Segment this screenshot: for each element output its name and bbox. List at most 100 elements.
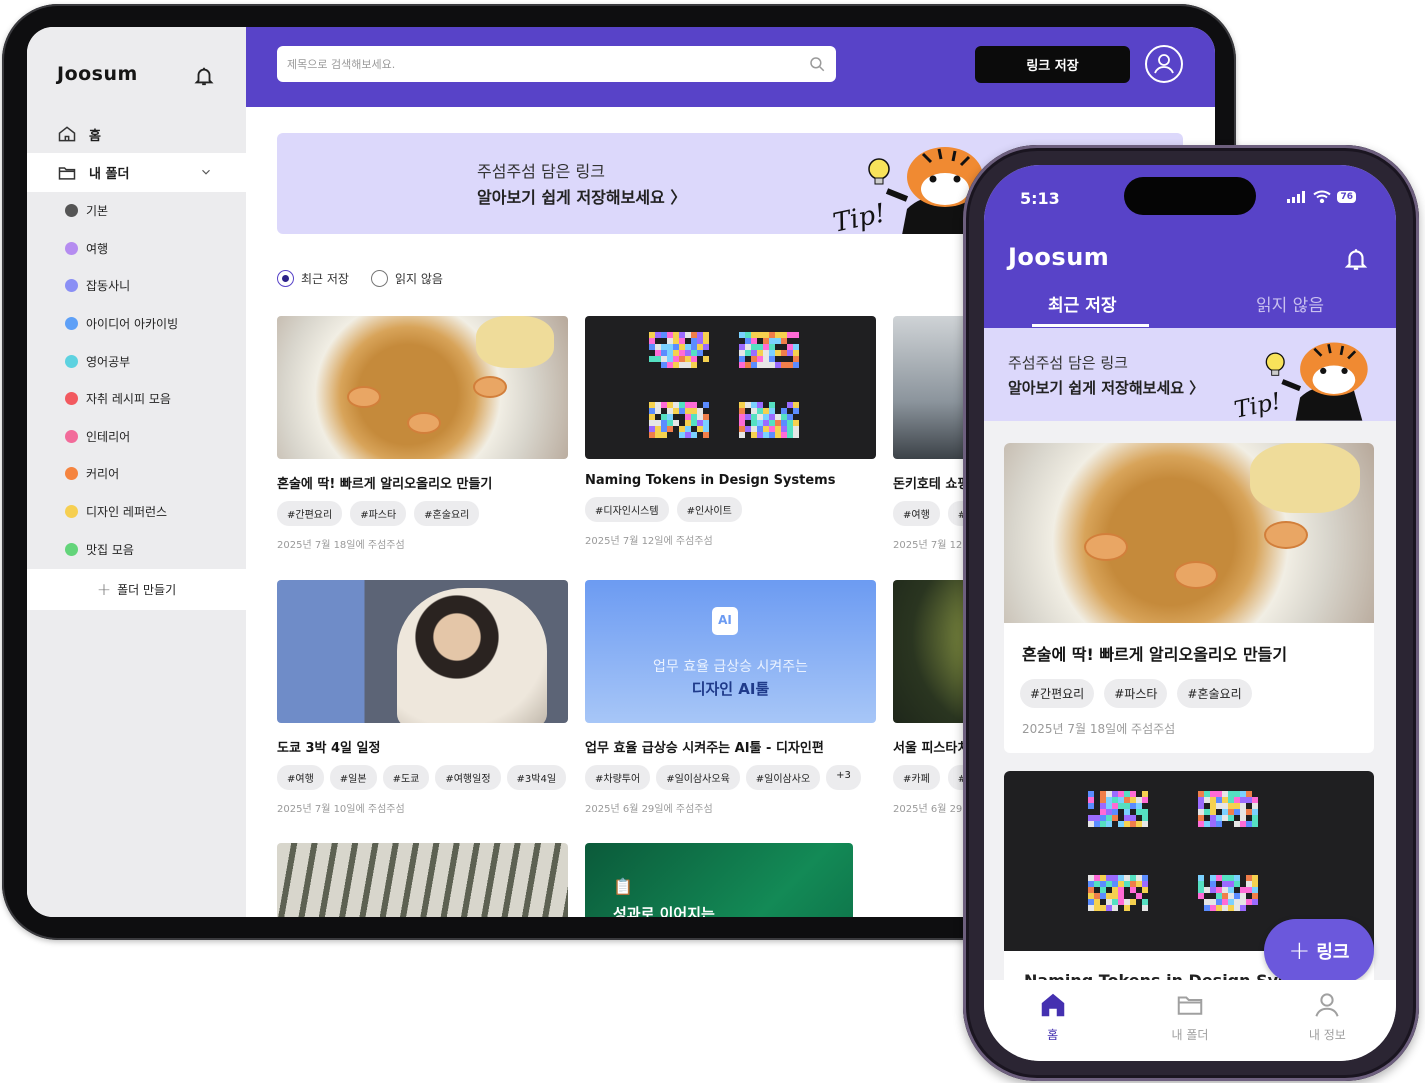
pixel-text-decoration (739, 332, 799, 368)
app-logo: Joosum (1008, 243, 1110, 271)
tag-chip[interactable]: #도쿄 (382, 765, 430, 790)
pixel-text-decoration (1088, 791, 1148, 827)
sidebar-folder-item[interactable]: 맛집 모음 (27, 530, 246, 568)
sidebar-folder-item[interactable]: 기본 (27, 192, 246, 230)
tag-chip[interactable]: #일이삼사오 (745, 765, 821, 790)
search-placeholder: 제목으로 검색해보세요. (287, 58, 396, 71)
sidebar-folder-item[interactable]: 디자인 레퍼런스 (27, 493, 246, 531)
tag-chip[interactable]: #카페 (893, 765, 940, 790)
folder-color-dot (65, 542, 78, 556)
folder-label: 영어공부 (86, 354, 131, 369)
tag-chip[interactable]: #간편요리 (1020, 679, 1095, 708)
sidebar-item-my-folder[interactable]: 내 폴더 (27, 153, 246, 192)
add-link-fab[interactable]: + 링크 (1264, 919, 1374, 983)
link-card[interactable]: 혼술에 딱! 빠르게 알리오올리오 만들기 #간편요리 #파스타 #혼술요리 2… (1004, 443, 1374, 753)
card-date: 2025년 7월 18일에 주섬주섬 (277, 540, 405, 551)
shrimp-shape (1084, 533, 1128, 561)
promo-banner[interactable]: 주섬주섬 담은 링크 알아보기 쉽게 저장해보세요 〉 Tip! (984, 328, 1396, 421)
tag-chip[interactable]: #혼술요리 (1177, 679, 1252, 708)
nav-home[interactable]: 홈 (984, 980, 1121, 1061)
sidebar-item-home[interactable]: 홈 (27, 115, 246, 153)
sidebar-folder-item[interactable]: 커리어 (27, 455, 246, 493)
sidebar-folder-item[interactable]: 잡동사니 (27, 267, 246, 305)
banner-line1: 주섬주섬 담은 링크 (1008, 354, 1128, 372)
filter-unread[interactable]: 읽지 않음 (370, 270, 443, 287)
tag-chip[interactable]: #일이삼사오육 (656, 765, 740, 790)
svg-text:Tip!: Tip! (830, 198, 888, 234)
folder-color-dot (65, 204, 78, 218)
nav-label: 내 폴더 (1171, 1028, 1209, 1042)
tag-chip[interactable]: #간편요리 (277, 501, 343, 526)
tag-chip[interactable]: #여행 (277, 765, 324, 790)
tab-recent[interactable]: 최근 저장 (1048, 291, 1116, 316)
nav-profile[interactable]: 내 정보 (1259, 980, 1396, 1061)
make-folder-label: 폴더 만들기 (117, 583, 177, 597)
top-bar: 제목으로 검색해보세요. 링크 저장 (246, 27, 1215, 107)
thumb-line2: 디자인 AI툴 (691, 680, 770, 698)
radio-selected[interactable] (277, 270, 294, 287)
filter-options: 최근 저장 읽지 않음 (277, 270, 465, 287)
folder-color-dot (65, 467, 78, 481)
sidebar-folder-item[interactable]: 인테리어 (27, 418, 246, 456)
bread-shape (476, 316, 554, 368)
tag-chip[interactable]: #디자인시스템 (585, 497, 669, 522)
shrimp-shape (473, 376, 507, 398)
tab-unread[interactable]: 읽지 않음 (1256, 291, 1324, 316)
home-icon (58, 126, 76, 142)
tag-chip[interactable]: #여행 (893, 501, 940, 526)
make-folder-button[interactable]: + 폴더 만들기 (27, 569, 246, 610)
tag-chip[interactable]: #혼술요리 (414, 501, 480, 526)
bell-icon[interactable] (1343, 246, 1369, 272)
tag-chip[interactable]: #인사이트 (676, 497, 742, 522)
banner-line2: 알아보기 쉽게 저장해보세요 〉 (1008, 379, 1205, 397)
tag-chip[interactable]: #파스타 (1104, 679, 1168, 708)
nav-label: 내 정보 (1308, 1028, 1346, 1042)
fab-label: 링크 (1316, 942, 1350, 963)
filter-recent[interactable]: 최근 저장 (277, 270, 349, 287)
link-card[interactable]: 도쿄 3박 4일 일정 #여행 #일본 #도쿄 #여행일정 #3박4일 2025… (277, 580, 568, 815)
tag-chip[interactable]: #여행일정 (435, 765, 501, 790)
sidebar-folder-item[interactable]: 자취 레시피 모음 (27, 380, 246, 418)
tag-more-chip[interactable]: +3 (826, 765, 861, 790)
bell-icon[interactable] (193, 65, 215, 87)
banner-line1: 주섬주섬 담은 링크 (477, 162, 605, 181)
folder-label: 기본 (86, 204, 109, 219)
nav-folder[interactable]: 내 폴더 (1121, 980, 1258, 1061)
card-title: 도쿄 3박 4일 일정 (277, 741, 381, 756)
link-card[interactable]: AI 업무 효율 급상승 시켜주는 디자인 AI툴 업무 효율 급상승 시켜주는… (585, 580, 876, 815)
tag-chip[interactable]: #파스타 (350, 501, 407, 526)
folder-label: 잡동사니 (86, 279, 131, 294)
card-date: 2025년 7월 18일에 주섬주섬 (1022, 722, 1176, 736)
status-icons: 76 (1287, 190, 1356, 203)
clipboard-icon: 📋 (613, 877, 633, 896)
card-date: 2025년 7월 12일에 주섬주섬 (585, 536, 713, 547)
link-card[interactable]: Naming Tokens in Design Systems #디자인시스템 … (585, 316, 876, 547)
chevron-down-icon[interactable] (199, 165, 213, 179)
link-card[interactable] (277, 843, 568, 917)
sidebar-folder-item[interactable]: 영어공부 (27, 342, 246, 380)
tag-chip[interactable]: #3박4일 (506, 765, 567, 790)
card-thumbnail (277, 580, 568, 723)
sidebar-folder-item[interactable]: 아이디어 아카이빙 (27, 305, 246, 343)
shrimp-shape (347, 386, 381, 408)
pixel-text-decoration (1198, 791, 1258, 827)
user-icon (1154, 54, 1174, 74)
save-link-button[interactable]: 링크 저장 (975, 46, 1130, 83)
nav-label: 홈 (1047, 1028, 1059, 1042)
link-card[interactable]: 혼술에 딱! 빠르게 알리오올리오 만들기 #간편요리 #파스타 #혼술요리 2… (277, 316, 568, 551)
tag-chip[interactable]: #일본 (329, 765, 377, 790)
folder-label: 인테리어 (86, 429, 131, 444)
thumb-text: 성과로 이어지는 (613, 905, 715, 917)
profile-avatar[interactable] (1145, 45, 1183, 83)
search-icon[interactable] (808, 55, 826, 73)
sidebar-folder-item[interactable]: 여행 (27, 230, 246, 268)
search-input[interactable]: 제목으로 검색해보세요. (277, 46, 836, 82)
tag-chip[interactable]: #차량투어 (585, 765, 651, 790)
link-card[interactable]: 📋 성과로 이어지는 (585, 843, 853, 917)
phone-screen: 5:13 76 Joosum 최근 저장 읽지 않음 주섬주섬 담은 링크 알아… (984, 165, 1396, 1061)
filter-label: 최근 저장 (301, 272, 349, 286)
card-thumbnail (277, 316, 568, 459)
folder-label: 디자인 레퍼런스 (86, 505, 168, 520)
radio-unselected[interactable] (370, 270, 388, 287)
card-title: 업무 효율 급상승 시켜주는 AI툴 - 디자인편 (585, 741, 824, 756)
